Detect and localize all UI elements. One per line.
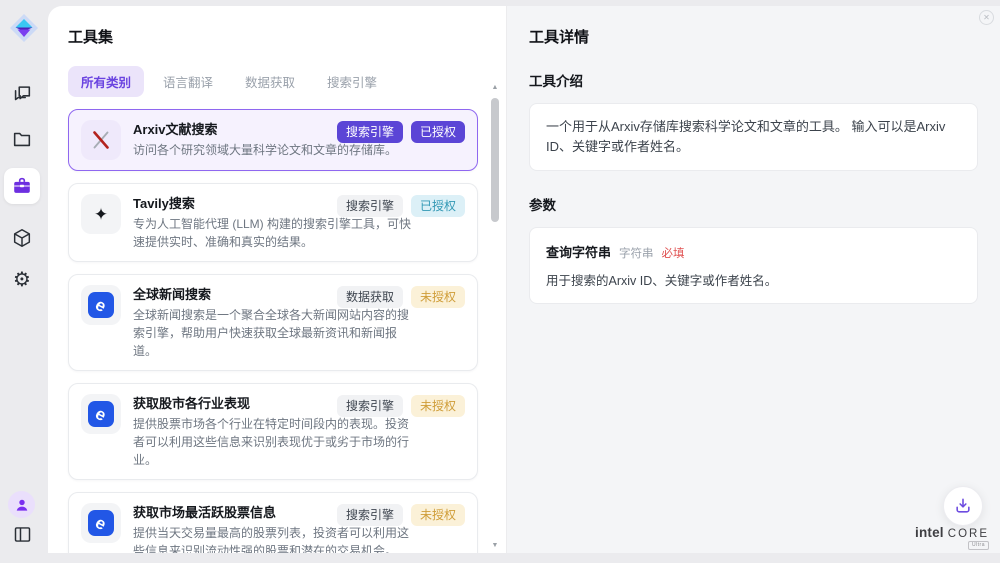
tab-2[interactable]: 语言翻译: [150, 66, 226, 97]
tool-description: 专为人工智能代理 (LLM) 构建的搜索引擎工具，可快速提供实时、准确和真实的结…: [133, 215, 413, 251]
auth-status-badge: 未授权: [411, 504, 465, 526]
auth-status-badge: 未授权: [411, 395, 465, 417]
blue-e-icon: e: [81, 394, 121, 434]
category-badge: 搜索引擎: [337, 195, 403, 217]
app-sidebar: ⚙: [0, 0, 48, 563]
parameter-description: 用于搜索的Arxiv ID、关键字或作者姓名。: [546, 270, 961, 289]
cube-icon[interactable]: [10, 226, 34, 250]
brand-ultra-badge: Ultra: [968, 541, 989, 550]
tool-list: Arxiv文献搜索 访问各个研究领域大量科学论文和文章的存储库。 搜索引擎 已授…: [68, 109, 478, 553]
scroll-up-icon[interactable]: ▲: [489, 84, 501, 91]
tool-description: 全球新闻搜索是一个聚合全球各大新闻网站内容的搜索引擎，帮助用户快速获取全球最新资…: [133, 306, 413, 360]
folder-icon[interactable]: [10, 127, 34, 151]
detail-title: 工具详情: [529, 26, 978, 47]
category-badge: 搜索引擎: [337, 504, 403, 526]
tool-card[interactable]: Arxiv文献搜索 访问各个研究领域大量科学论文和文章的存储库。 搜索引擎 已授…: [68, 109, 478, 171]
tab-1[interactable]: 所有类别: [68, 66, 144, 97]
category-tabs: 所有类别语言翻译数据获取搜索引擎: [68, 66, 506, 97]
panel-toggle-icon[interactable]: [10, 522, 34, 546]
scroll-down-icon[interactable]: ▼: [489, 542, 501, 549]
params-heading: 参数: [529, 194, 978, 214]
gear-icon[interactable]: ⚙: [10, 268, 34, 292]
scrollbar-thumb[interactable]: [491, 98, 499, 222]
close-icon[interactable]: ✕: [979, 10, 994, 25]
sparkle-icon: ✦: [81, 194, 121, 234]
tool-description: 提供股票市场各个行业在特定时间段内的表现。投资者可以利用这些信息来识别表现优于或…: [133, 415, 413, 469]
tool-intro-card: 一个用于从Arxiv存储库搜索科学论文和文章的工具。 输入可以是Arxiv ID…: [529, 103, 978, 171]
brand-intel: intel: [915, 525, 944, 540]
parameter-type: 字符串: [619, 245, 654, 261]
tab-3[interactable]: 数据获取: [232, 66, 308, 97]
user-avatar-icon[interactable]: [8, 491, 35, 518]
download-button[interactable]: [943, 486, 983, 526]
tool-description: 访问各个研究领域大量科学论文和文章的存储库。: [133, 141, 413, 159]
tab-4[interactable]: 搜索引擎: [314, 66, 390, 97]
page-title: 工具集: [68, 26, 506, 47]
auth-status-badge: 已授权: [411, 121, 465, 143]
intro-heading: 工具介绍: [529, 70, 978, 90]
tool-card[interactable]: e 获取市场最活跃股票信息 提供当天交易量最高的股票列表，投资者可以利用这些信息…: [68, 492, 478, 553]
main-window: 工具集 所有类别语言翻译数据获取搜索引擎 Arxiv文献搜索 访问各个研究领域大…: [48, 6, 1000, 553]
category-badge: 数据获取: [337, 286, 403, 308]
category-badge: 搜索引擎: [337, 395, 403, 417]
intel-core-logo: intel CORE Ultra: [915, 525, 989, 550]
brand-core: CORE: [948, 528, 989, 540]
tool-detail-pane: ✕ 工具详情 工具介绍 一个用于从Arxiv存储库搜索科学论文和文章的工具。 输…: [506, 6, 1000, 553]
tool-card[interactable]: e 获取股市各行业表现 提供股票市场各个行业在特定时间段内的表现。投资者可以利用…: [68, 383, 478, 480]
auth-status-badge: 未授权: [411, 286, 465, 308]
arxiv-icon: [81, 120, 121, 160]
chat-icon[interactable]: [10, 82, 34, 106]
tool-card[interactable]: e 全球新闻搜索 全球新闻搜索是一个聚合全球各大新闻网站内容的搜索引擎，帮助用户…: [68, 274, 478, 371]
tool-description: 提供当天交易量最高的股票列表，投资者可以利用这些信息来识别流动性强的股票和潜在的…: [133, 524, 413, 553]
blue-e-icon: e: [81, 285, 121, 325]
app-logo: [8, 12, 40, 44]
tool-card[interactable]: ✦ Tavily搜索 专为人工智能代理 (LLM) 构建的搜索引擎工具，可快速提…: [68, 183, 478, 262]
blue-e-icon: e: [81, 503, 121, 543]
toolbox-icon-active[interactable]: [4, 168, 40, 204]
parameter-card: 查询字符串 字符串 必填 用于搜索的Arxiv ID、关键字或作者姓名。: [529, 227, 978, 304]
list-scrollbar[interactable]: ▲ ▼: [489, 84, 501, 549]
parameter-required-label: 必填: [662, 245, 685, 261]
tool-list-pane: 工具集 所有类别语言翻译数据获取搜索引擎 Arxiv文献搜索 访问各个研究领域大…: [48, 6, 506, 553]
params-list: 查询字符串 字符串 必填 用于搜索的Arxiv ID、关键字或作者姓名。: [529, 227, 978, 304]
parameter-name: 查询字符串: [546, 242, 611, 261]
category-badge: 搜索引擎: [337, 121, 403, 143]
auth-status-badge: 已授权: [411, 195, 465, 217]
